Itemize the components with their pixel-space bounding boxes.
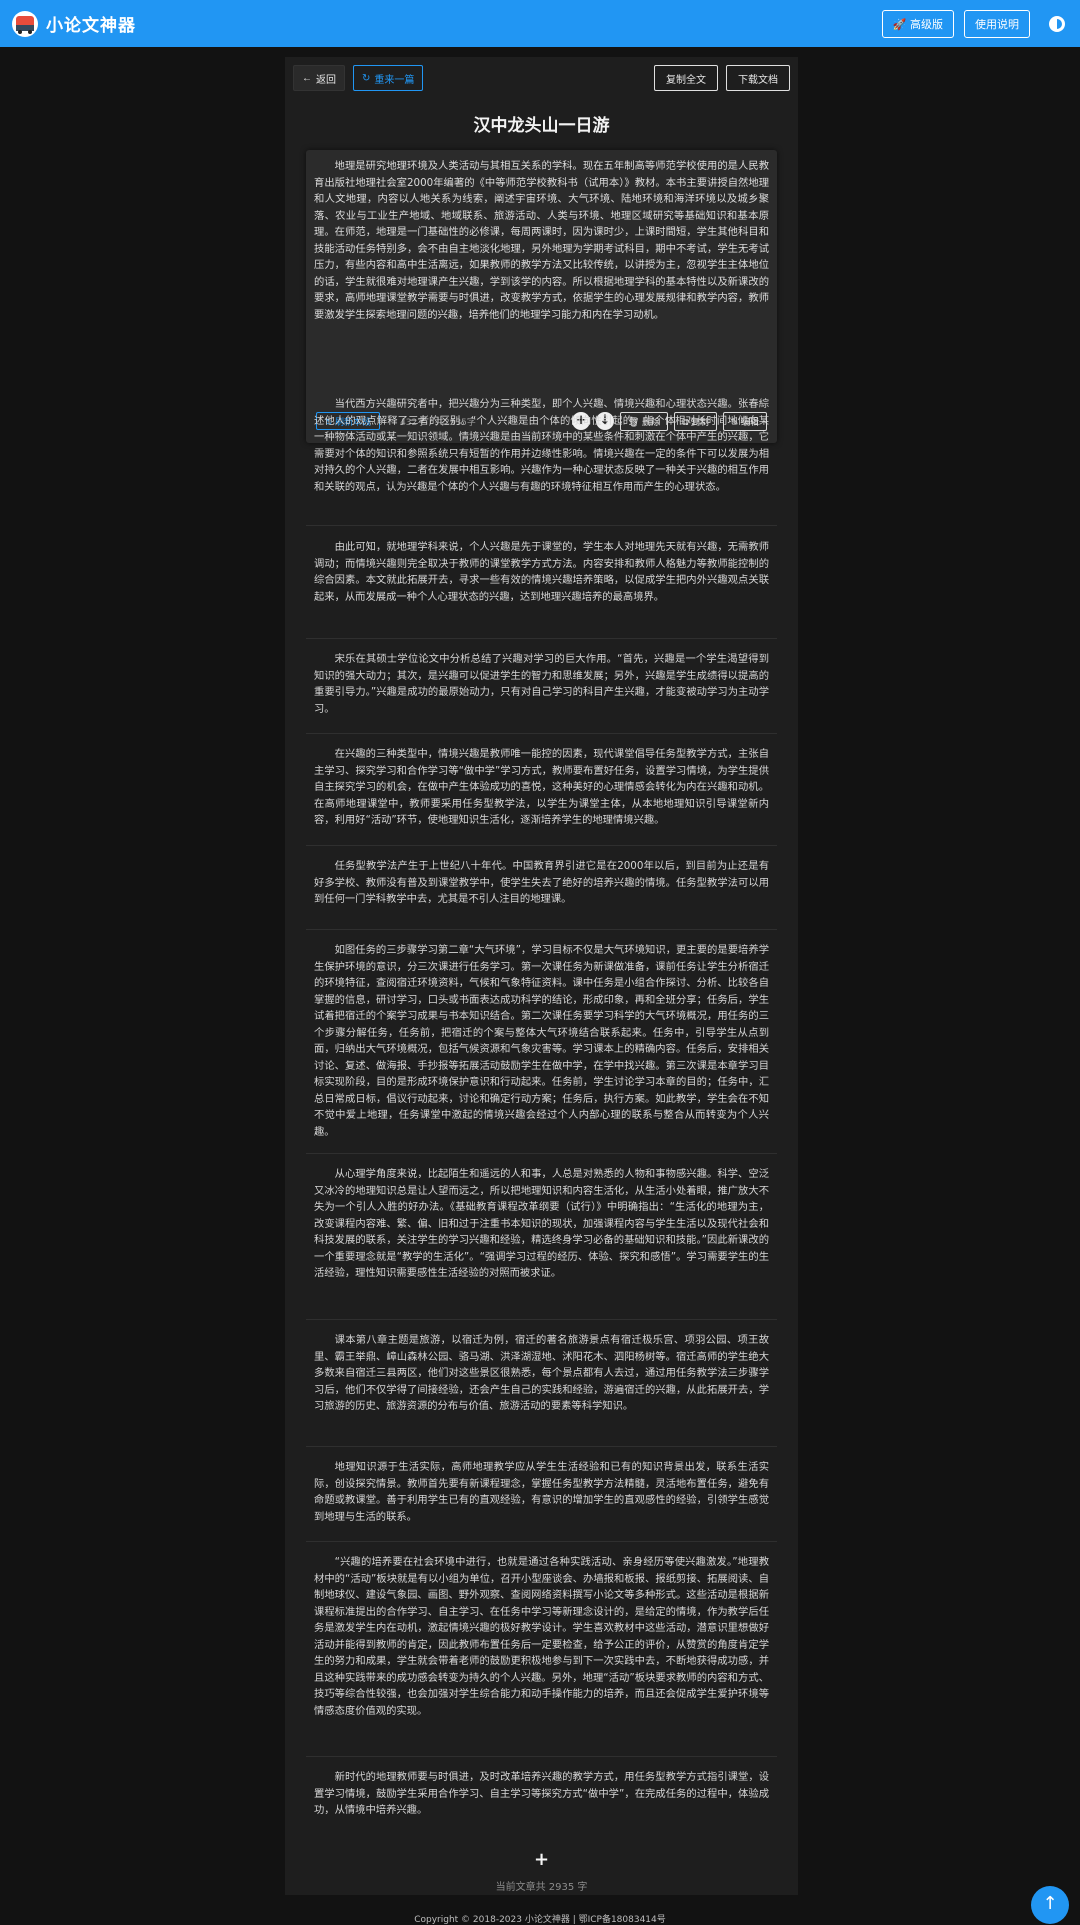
scroll-to-top-button[interactable]: ↑: [1031, 1886, 1069, 1924]
paragraph-text[interactable]: 当代西方兴趣研究者中，把兴趣分为三种类型，即个人兴趣、情境兴趣和心理状态兴趣。张…: [306, 396, 777, 495]
arrow-left-icon: ←: [302, 72, 312, 84]
article-panel: ← 返回 ↻ 重来一篇 复制全文 下载文档 汉中龙头山一日游 地理是研究地理环境…: [285, 57, 798, 1895]
paragraph-text[interactable]: 新时代的地理教师要与时俱进，及时改革培养兴趣的教学方式，用任务型教学方式指引课堂…: [306, 1769, 777, 1819]
regenerate-label: 重来一篇: [374, 74, 415, 86]
paragraph-text[interactable]: 宋乐在其硕士学位论文中分析总结了兴趣对学习的巨大作用。“首先，兴趣是一个学生渴望…: [306, 651, 777, 717]
add-paragraph-bottom-icon[interactable]: +: [285, 1849, 798, 1870]
paragraph-divider: [306, 733, 777, 734]
back-button[interactable]: ← 返回: [293, 65, 345, 91]
paragraph-text[interactable]: 在兴趣的三种类型中，情境兴趣是教师唯一能控的因素，现代课堂倡导任务型教学方式，主…: [306, 746, 777, 829]
paragraph-divider: [306, 638, 777, 639]
paragraph-text[interactable]: 从心理学角度来说，比起陌生和遥远的人和事，人总是对熟悉的人物和事物感兴趣。科学、…: [306, 1166, 777, 1282]
paragraph-text[interactable]: 如图任务的三步骤学习第二章“大气环境”，学习目标不仅是大气环境知识，更主要的是要…: [306, 942, 777, 1140]
copy-all-button[interactable]: 复制全文: [654, 65, 718, 91]
brand-title[interactable]: 小论文神器: [46, 11, 136, 36]
article-toolbar: ← 返回 ↻ 重来一篇 复制全文 下载文档: [293, 64, 790, 92]
back-label: 返回: [316, 74, 336, 86]
paragraph-divider: [306, 1541, 777, 1542]
paragraph-text[interactable]: 地理是研究地理环境及人类活动与其相互关系的学科。现在五年制高等师范学校使用的是人…: [314, 158, 769, 323]
download-button[interactable]: 下载文档: [726, 65, 790, 91]
arrow-up-icon: ↑: [1042, 1893, 1058, 1914]
regenerate-button[interactable]: ↻ 重来一篇: [353, 65, 424, 91]
paragraph-divider: [306, 1756, 777, 1757]
premium-button[interactable]: 🚀 高级版: [881, 9, 954, 38]
paragraph-text[interactable]: 任务型教学法产生于上世纪八十年代。中国教育界引进它是在2000年以后，到目前为止…: [306, 858, 777, 908]
paragraph-divider: [306, 1153, 777, 1154]
refresh-icon: ↻: [362, 72, 371, 84]
paragraph-divider: [306, 1446, 777, 1447]
bus-logo-icon[interactable]: [12, 10, 38, 37]
paragraph-text[interactable]: “兴趣的培养要在社会环境中进行，也就是通过各种实践活动、亲身经历等使兴趣激发。”…: [306, 1554, 777, 1719]
theme-toggle-icon[interactable]: [1046, 13, 1068, 35]
paragraph-divider: [306, 845, 777, 846]
article-title: 汉中龙头山一日游: [473, 116, 610, 136]
footer-copyright: Copyright © 2018-2023 小论文神器 | 鄂ICP备18083…: [414, 1915, 666, 1925]
paragraph-text[interactable]: 地理知识源于生活实际，高师地理教学应从学生生活经验和已有的知识背景出发，联系生活…: [306, 1459, 777, 1525]
total-word-count: 当前文章共 2935 字: [495, 1882, 588, 1893]
help-button[interactable]: 使用说明: [964, 9, 1030, 38]
top-navbar: 小论文神器 🚀 高级版 使用说明: [0, 0, 1080, 47]
paragraph-divider: [306, 525, 777, 526]
paragraph-divider: [306, 929, 777, 930]
paragraph-text[interactable]: 由此可知，就地理学科来说，个人兴趣是先于课堂的，学生本人对地理先天就有兴趣，无需…: [306, 539, 777, 605]
paragraph-text[interactable]: 课本第八章主题是旅游，以宿迁为例，宿迁的著名旅游景点有宿迁极乐宫、项羽公园、项王…: [306, 1332, 777, 1415]
paragraph-divider: [306, 1319, 777, 1320]
